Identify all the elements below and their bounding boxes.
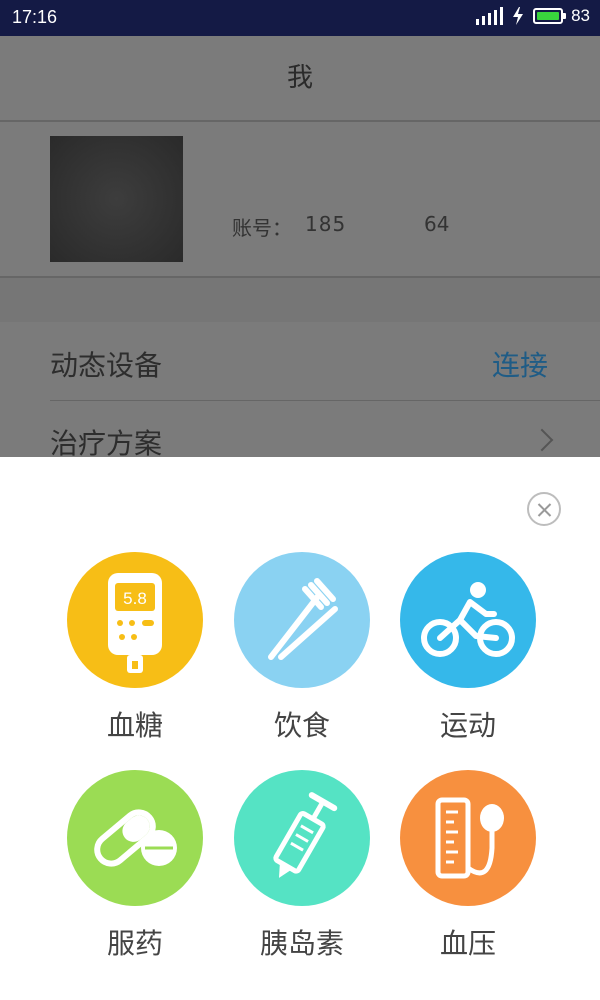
tile-label: 血压 [439, 927, 496, 960]
row-divider [50, 400, 600, 401]
tile-label: 运动 [439, 709, 496, 742]
row-label: 治疗方案 [50, 427, 163, 460]
tile-label: 服药 [106, 927, 163, 960]
blood-pressure-circle [400, 770, 536, 906]
exercise-circle [400, 552, 536, 688]
account-label: 账号： [232, 216, 292, 240]
tile-insulin[interactable]: 胰岛素 [232, 770, 372, 962]
tile-blood-glucose[interactable]: 5.8 血糖 [65, 552, 205, 744]
tile-label: 血糖 [106, 709, 163, 742]
battery-level: 83 [571, 6, 590, 25]
connect-link[interactable]: 连接 [492, 344, 548, 384]
section-gap [0, 278, 600, 322]
status-icons: 83 [476, 6, 590, 26]
tile-blood-pressure[interactable]: 血压 [398, 770, 538, 962]
glucose-circle: 5.8 [67, 552, 203, 688]
signal-icon [476, 7, 504, 25]
charging-icon [513, 7, 524, 25]
pills-icon [94, 809, 177, 867]
bicycle-icon [421, 582, 515, 657]
insulin-circle [234, 770, 370, 906]
tile-diet[interactable]: 饮食 [232, 552, 372, 744]
status-bar: 17:16 83 [0, 0, 600, 36]
glucose-reading: 5.8 [123, 589, 147, 608]
row-label: 动态设备 [50, 349, 163, 382]
account-number: 185 [305, 212, 347, 236]
row-dynamic-device[interactable]: 动态设备 连接 [0, 324, 600, 400]
tile-exercise[interactable]: 运动 [398, 552, 538, 744]
tile-label: 饮食 [273, 709, 330, 742]
status-time: 17:16 [12, 7, 58, 27]
blood-pressure-gauge-icon [435, 797, 504, 879]
avatar [50, 136, 183, 262]
page-title: 我 [286, 63, 313, 93]
close-icon[interactable] [527, 492, 561, 526]
syringe-icon [273, 792, 338, 878]
glucose-meter-icon: 5.8 [108, 573, 162, 673]
diet-circle [234, 552, 370, 688]
tile-medication[interactable]: 服药 [65, 770, 205, 962]
medication-circle [67, 770, 203, 906]
fork-knife-icon [268, 578, 338, 660]
account-number-tail: 64 [424, 212, 450, 236]
battery-icon [533, 8, 567, 24]
tile-label: 胰岛素 [259, 927, 344, 960]
profile-card: 账号： 185 64 [0, 122, 600, 276]
chevron-right-icon [530, 428, 554, 452]
